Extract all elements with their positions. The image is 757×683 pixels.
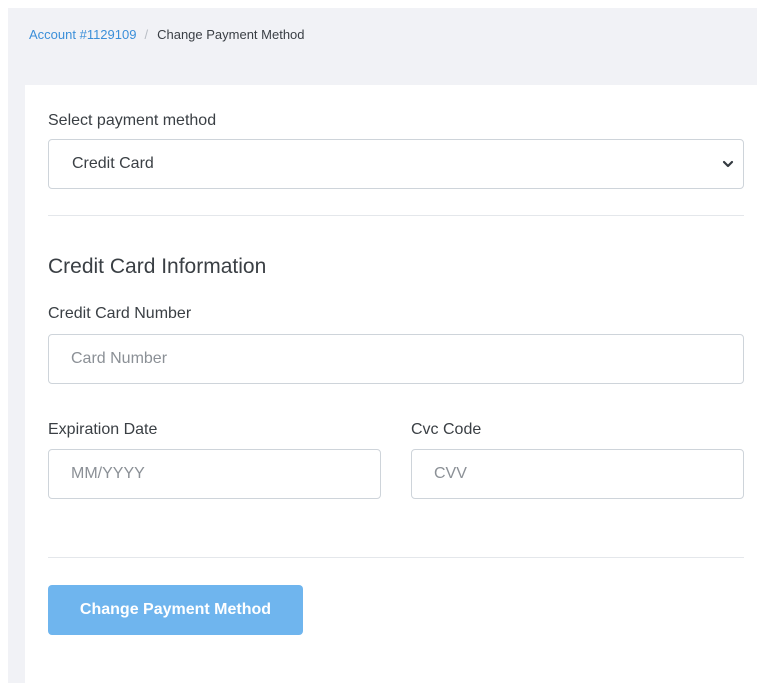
payment-method-label: Select payment method xyxy=(48,112,217,129)
cvc-code-input[interactable]: CVV xyxy=(411,449,744,499)
expiration-date-label: Expiration Date xyxy=(48,421,158,438)
cvc-code-label: Cvc Code xyxy=(411,421,482,438)
payment-card: Select payment method Credit Card Credit… xyxy=(25,85,757,683)
change-payment-method-button-label: Change Payment Method xyxy=(79,601,272,618)
breadcrumb: Account #1129109 / Change Payment Method xyxy=(29,25,305,45)
expiration-date-input[interactable]: MM/YYYY xyxy=(48,449,381,499)
payment-method-selected: Credit Card xyxy=(72,155,154,172)
breadcrumb-account-link[interactable]: Account #1129109 xyxy=(29,27,136,42)
card-number-label: Credit Card Number xyxy=(48,305,192,322)
page: Account #1129109 / Change Payment Method S… xyxy=(0,0,757,683)
change-payment-method-button[interactable]: Change Payment Method xyxy=(48,585,303,635)
chevron-down-icon xyxy=(722,160,734,168)
divider-bottom xyxy=(48,557,744,558)
breadcrumb-separator: / xyxy=(144,27,149,42)
payment-method-select[interactable]: Credit Card xyxy=(48,139,744,189)
breadcrumb-current: Change Payment Method xyxy=(157,27,305,42)
divider-top xyxy=(48,215,744,216)
card-number-placeholder: Card Number xyxy=(71,350,168,367)
expiration-date-placeholder: MM/YYYY xyxy=(71,465,145,482)
cvc-code-placeholder: CVV xyxy=(434,465,467,482)
card-number-input[interactable]: Card Number xyxy=(48,334,744,384)
credit-card-section-title: Credit Card Information xyxy=(48,255,267,278)
